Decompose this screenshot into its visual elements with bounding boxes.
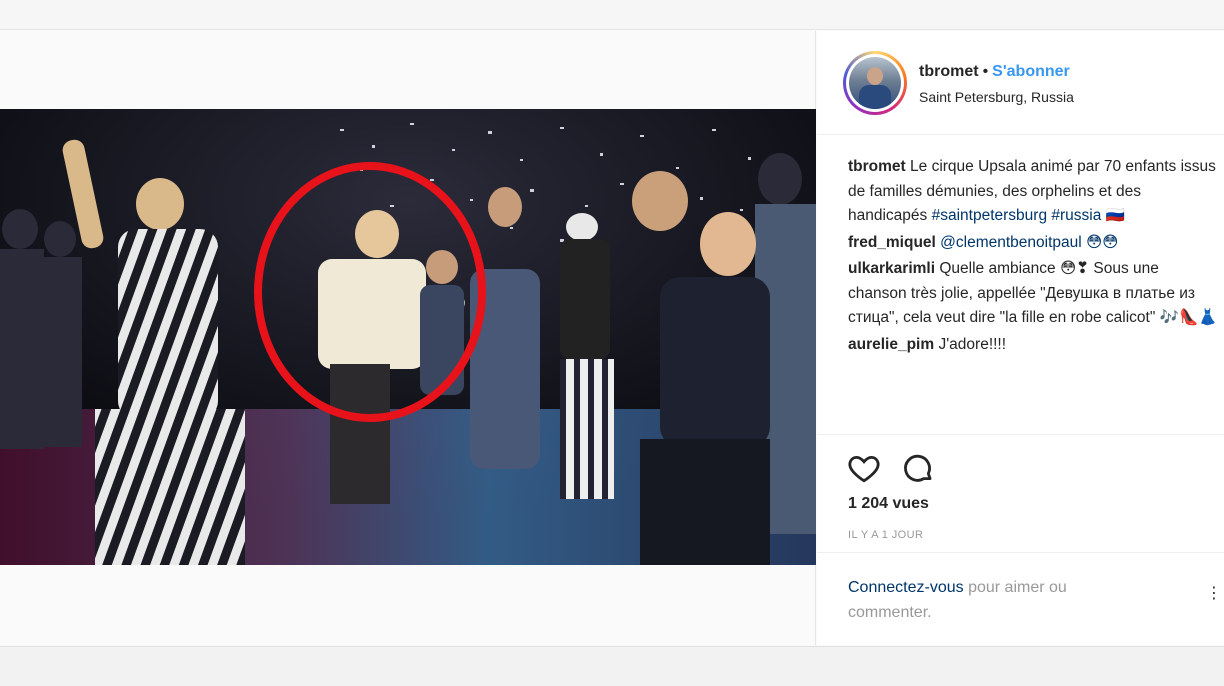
comment-item: aurelie_pim J'adore!!!!: [848, 333, 1218, 358]
login-link[interactable]: Connectez-vous: [848, 579, 964, 596]
comment-user[interactable]: fred_miquel: [848, 234, 936, 251]
post-sidebar: tbromet • S'abonner Saint Petersburg, Russ…: [817, 31, 1224, 645]
hashtags[interactable]: #saintpetersburg #russia: [932, 207, 1102, 224]
avatar[interactable]: [849, 57, 901, 109]
comment-icon[interactable]: [901, 451, 935, 485]
login-prompt: Connectez-vous pour aimer ou commenter. …: [817, 552, 1224, 645]
post-video[interactable]: [0, 109, 816, 565]
more-options-icon[interactable]: ⋮: [1206, 583, 1222, 603]
flag-emoji: 🇷🇺: [1105, 207, 1125, 224]
comment-user[interactable]: ulkarkarimli: [848, 260, 935, 277]
comment-item: ulkarkarimli Quelle ambiance 😳❣ Sous une…: [848, 257, 1218, 331]
follow-button[interactable]: S'abonner: [992, 63, 1070, 80]
location-link[interactable]: Saint Petersburg, Russia: [919, 89, 1074, 105]
comment-user[interactable]: tbromet: [848, 158, 906, 175]
heart-icon[interactable]: [847, 451, 881, 485]
story-ring[interactable]: [843, 51, 907, 115]
post-header: tbromet • S'abonner Saint Petersburg, Russ…: [817, 31, 1224, 135]
user-line: tbromet • S'abonner: [919, 63, 1070, 81]
browser-top-band: [0, 0, 1224, 30]
username-link[interactable]: tbromet: [919, 63, 979, 80]
post-actions: 1 204 vues IL Y A 1 JOUR: [817, 434, 1224, 554]
media-column: [0, 31, 816, 645]
comment-text: J'adore!!!!: [938, 335, 1007, 353]
comment-item: fred_miquel @clementbenoitpaul 😳😳: [848, 231, 1218, 256]
timestamp[interactable]: IL Y A 1 JOUR: [848, 529, 923, 541]
view-count[interactable]: 1 204 vues: [848, 495, 929, 513]
comment-text: @clementbenoitpaul 😳😳: [940, 233, 1119, 251]
browser-bottom-band: [0, 646, 1224, 686]
video-frame: [0, 109, 816, 565]
instagram-post: tbromet • S'abonner Saint Petersburg, Russ…: [0, 31, 1224, 645]
separator-dot: •: [982, 63, 989, 80]
comments-list: tbromet Le cirque Upsala animé par 70 en…: [848, 155, 1218, 359]
comment-user[interactable]: aurelie_pim: [848, 336, 934, 353]
caption-comment: tbromet Le cirque Upsala animé par 70 en…: [848, 155, 1218, 229]
